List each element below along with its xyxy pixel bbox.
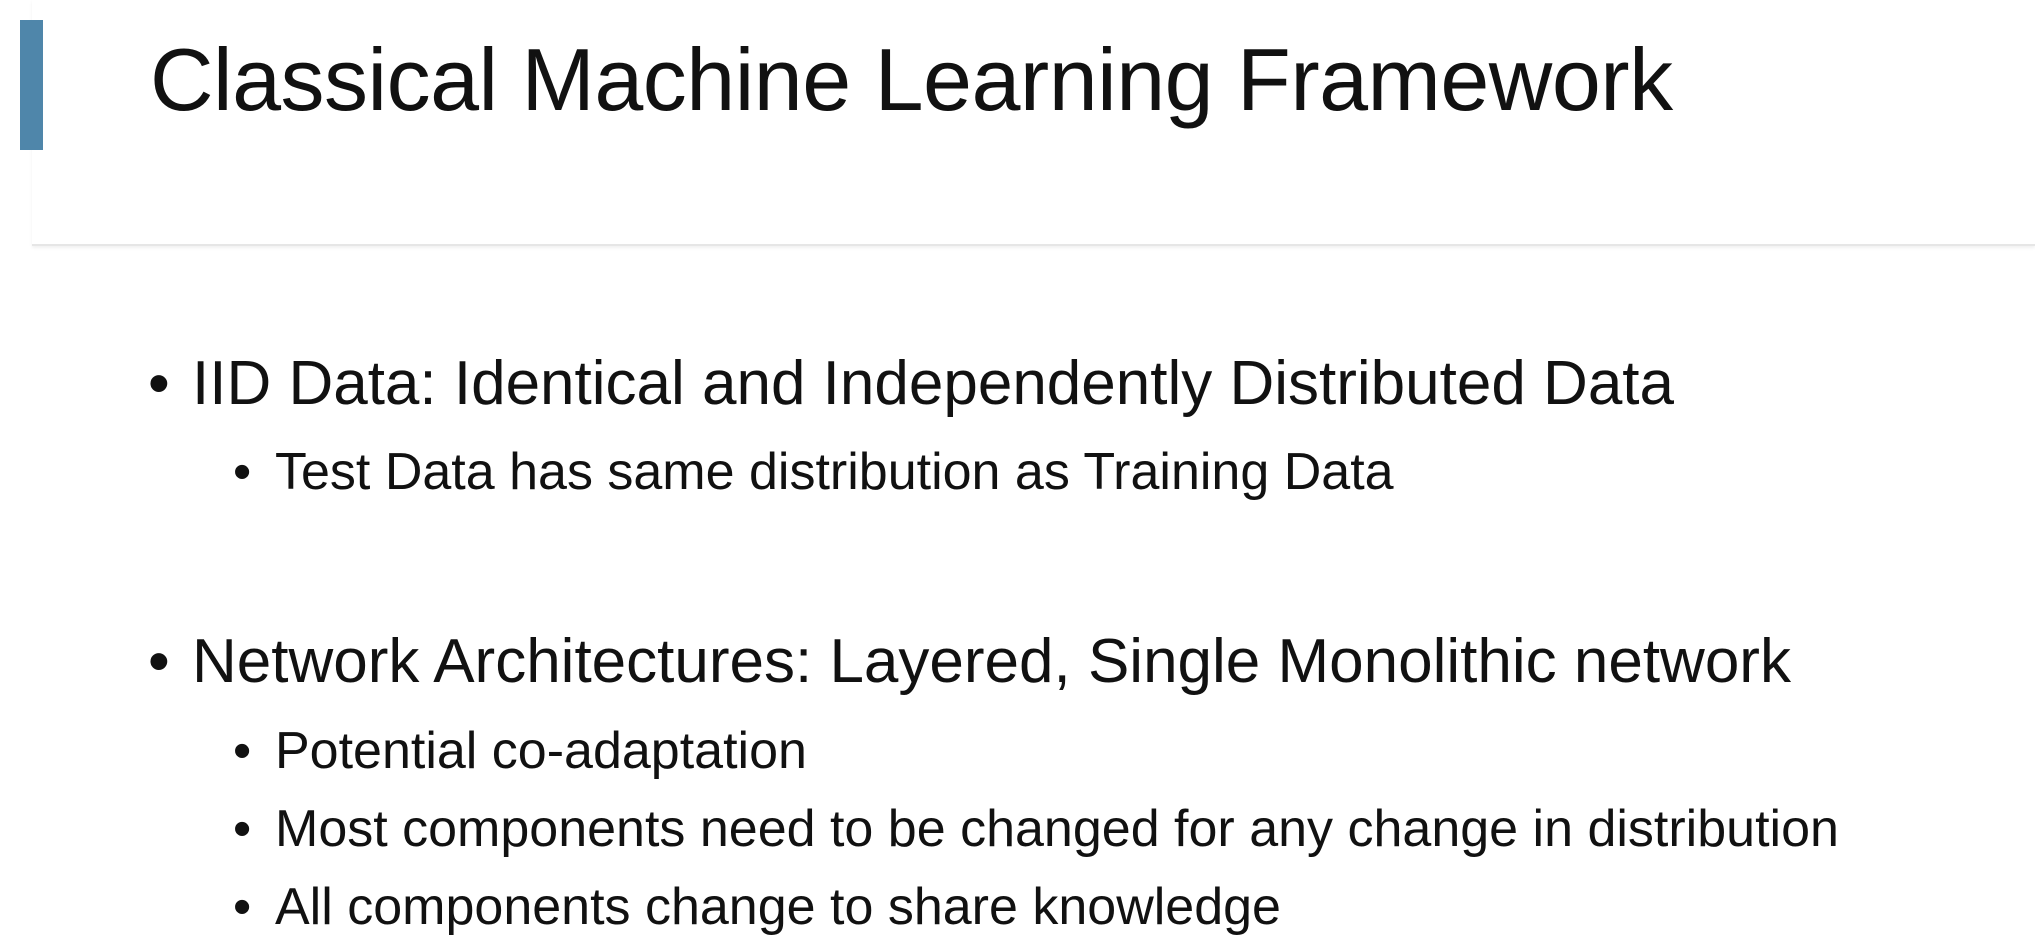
sub-bullet-text: Potential co-adaptation: [275, 722, 807, 780]
sub-bullet-icon: •: [233, 443, 252, 501]
sub-bullet-text: Most components need to be changed for a…: [275, 800, 1839, 858]
sub-bullet-item: • Test Data has same distribution as Trai…: [233, 439, 1394, 505]
sub-bullet-text: Test Data has same distribution as Train…: [275, 443, 1394, 501]
bullet-text: Network Architectures: Layered, Single M…: [192, 627, 1791, 696]
slide: Classical Machine Learning Framework • II…: [0, 0, 2035, 949]
sub-bullet-item: • Most components need to be changed for …: [233, 796, 1839, 862]
bullet-item: • IID Data: Identical and Independently D…: [148, 346, 1674, 422]
sub-bullet-icon: •: [233, 722, 252, 780]
bullet-icon: •: [148, 627, 170, 696]
sub-bullet-icon: •: [233, 800, 252, 858]
sub-bullet-icon: •: [233, 878, 252, 936]
bullet-list: • IID Data: Identical and Independently D…: [0, 0, 2035, 949]
bullet-item: • Network Architectures: Layered, Single …: [148, 624, 1791, 700]
sub-bullet-item: • All components change to share knowledg…: [233, 874, 1281, 940]
sub-bullet-item: • Potential co-adaptation: [233, 718, 807, 784]
bullet-text: IID Data: Identical and Independently Di…: [192, 349, 1675, 418]
bullet-icon: •: [148, 349, 170, 418]
sub-bullet-text: All components change to share knowledge: [275, 878, 1281, 936]
